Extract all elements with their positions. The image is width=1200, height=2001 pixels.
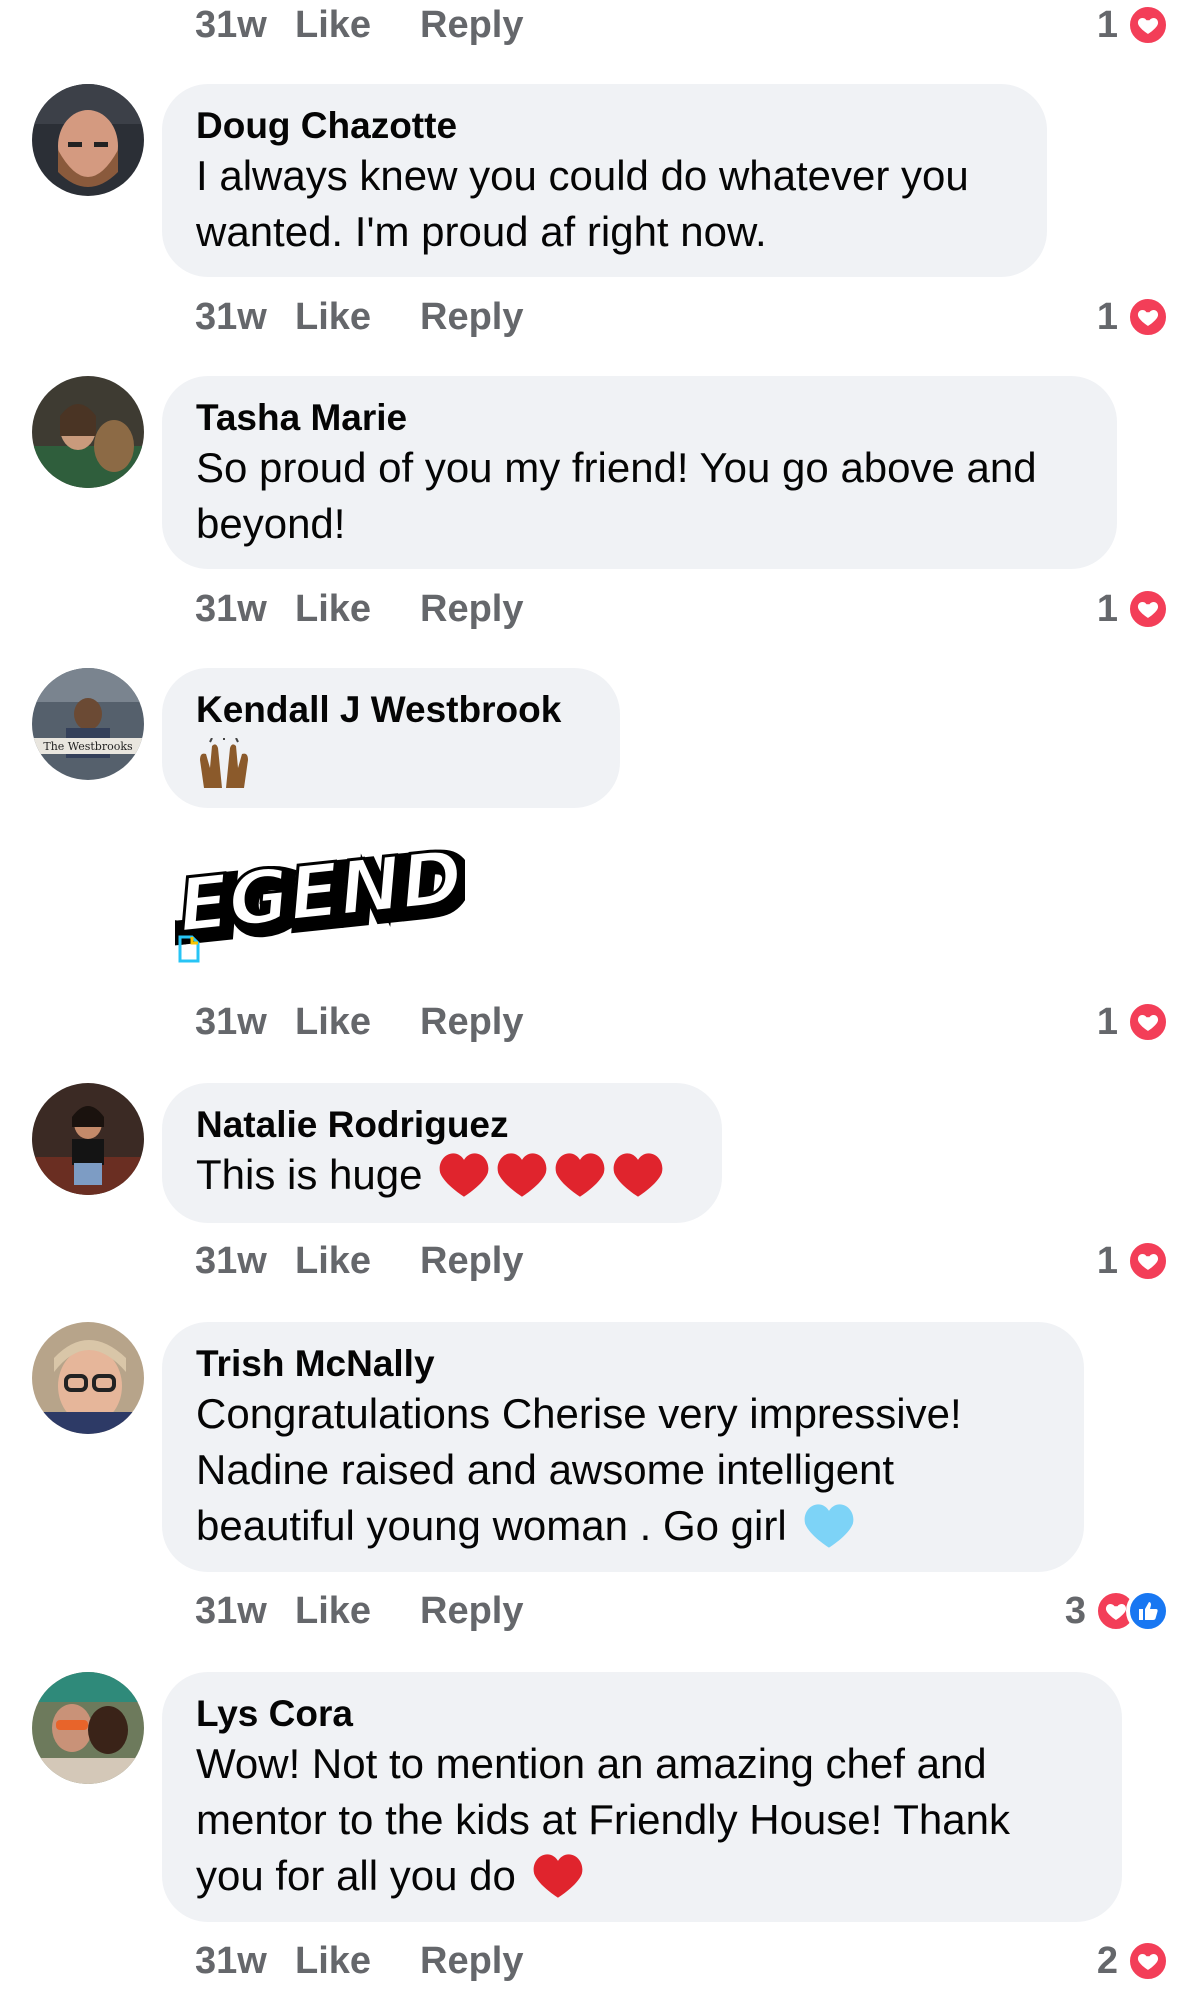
reply-button[interactable]: Reply: [420, 1240, 523, 1283]
like-button[interactable]: Like: [295, 1940, 420, 1983]
comment-text-line: Wow! Not to mention an amazing chef and: [196, 1740, 987, 1787]
raising-hands-emoji: [196, 736, 252, 795]
comment-text-line: wanted. I'm proud af right now.: [196, 208, 767, 255]
comment-time: 31w: [195, 1589, 267, 1632]
comment-actions: 31w Like Reply: [195, 1236, 523, 1286]
comment-bubble: Doug Chazotte I always knew you could do…: [162, 84, 1047, 277]
comment-text-line: beyond!: [196, 500, 346, 547]
commenter-name[interactable]: Trish McNally: [196, 1342, 1050, 1386]
comment-text-line: beautiful young woman . Go girl: [196, 1502, 787, 1549]
reaction-count: 1: [1096, 3, 1118, 46]
avatar-caption: The Westbrooks: [43, 740, 133, 753]
comment-actions: 31w Like Reply: [195, 1936, 523, 1986]
comment-actions: 31w Like Reply: [195, 292, 523, 342]
comment-actions: 31w Like Reply: [195, 0, 523, 50]
red-heart-emoji: [614, 1153, 663, 1197]
avatar[interactable]: [32, 1672, 144, 1784]
sticker-badge-icon: [178, 935, 200, 963]
reply-button[interactable]: Reply: [420, 296, 523, 339]
commenter-name[interactable]: Tasha Marie: [196, 396, 1083, 440]
comment-actions: 31w Like Reply: [195, 584, 523, 634]
comment-text-line: So proud of you my friend! You go above …: [196, 444, 1037, 491]
like-button[interactable]: Like: [295, 296, 420, 339]
avatar[interactable]: [32, 84, 144, 196]
red-heart-emoji: [440, 1153, 489, 1197]
reaction-count: 1: [1096, 295, 1118, 338]
reply-button[interactable]: Reply: [420, 588, 523, 631]
love-reaction-icon: [1126, 295, 1170, 339]
reaction-count: 3: [1064, 1589, 1086, 1632]
comment-actions: 31w Like Reply: [195, 997, 523, 1047]
love-reaction-icon: [1126, 587, 1170, 631]
comment-bubble: Trish McNally Congratulations Cherise ve…: [162, 1322, 1084, 1572]
avatar[interactable]: [32, 376, 144, 488]
red-heart-emoji: [533, 1854, 583, 1898]
comment-text-line: This is huge: [196, 1151, 423, 1198]
commenter-name[interactable]: Natalie Rodriguez: [196, 1103, 688, 1147]
reaction-summary[interactable]: 1: [1097, 1236, 1170, 1286]
comment-time: 31w: [195, 1239, 267, 1282]
avatar[interactable]: The Westbrooks: [32, 668, 144, 780]
comment-actions: 31w Like Reply: [195, 1586, 523, 1636]
love-reaction-icon: [1126, 1239, 1170, 1283]
reaction-count: 2: [1096, 1939, 1118, 1982]
reaction-summary[interactable]: 1: [1097, 584, 1170, 634]
blue-heart-emoji: [804, 1504, 854, 1548]
reaction-summary[interactable]: 1: [1097, 292, 1170, 342]
comment-time: 31w: [195, 295, 267, 338]
reaction-summary[interactable]: 2: [1097, 1936, 1170, 1986]
comment-text-line: Congratulations Cherise very impressive!: [196, 1390, 962, 1437]
red-heart-emoji: [556, 1153, 605, 1197]
commenter-name[interactable]: Kendall J Westbrook: [196, 688, 586, 732]
love-reaction-icon: [1126, 3, 1170, 47]
like-button[interactable]: Like: [295, 1590, 420, 1633]
like-reaction-icon: [1126, 1589, 1170, 1633]
comment-text-line: you for all you do: [196, 1852, 516, 1899]
reaction-summary[interactable]: 1: [1097, 0, 1170, 50]
like-button[interactable]: Like: [295, 4, 420, 47]
comment-text-line: I always knew you could do whatever you: [196, 152, 969, 199]
reaction-count: 1: [1096, 1239, 1118, 1282]
comment-text-line: mentor to the kids at Friendly House! Th…: [196, 1796, 1010, 1843]
comment-time: 31w: [195, 587, 267, 630]
like-button[interactable]: Like: [295, 1240, 420, 1283]
comment-time: 31w: [195, 1000, 267, 1043]
reaction-count: 1: [1096, 587, 1118, 630]
reaction-count: 1: [1096, 1000, 1118, 1043]
like-button[interactable]: Like: [295, 588, 420, 631]
commenter-name[interactable]: Doug Chazotte: [196, 104, 1013, 148]
reaction-summary[interactable]: 3: [1065, 1586, 1170, 1636]
comment-bubble: Natalie Rodriguez This is huge: [162, 1083, 722, 1223]
avatar[interactable]: [32, 1083, 144, 1195]
reply-button[interactable]: Reply: [420, 1590, 523, 1633]
legend-sticker[interactable]: LEGEND! LEGEND!: [126, 829, 513, 967]
avatar[interactable]: [32, 1322, 144, 1434]
reaction-summary[interactable]: 1: [1097, 997, 1170, 1047]
comment-bubble: Lys Cora Wow! Not to mention an amazing …: [162, 1672, 1122, 1922]
comment-text-line: Nadine raised and awsome intelligent: [196, 1446, 895, 1493]
comment-bubble: Kendall J Westbrook: [162, 668, 620, 808]
reply-button[interactable]: Reply: [420, 1940, 523, 1983]
comment-time: 31w: [195, 3, 267, 46]
red-heart-emoji: [498, 1153, 547, 1197]
comment-time: 31w: [195, 1939, 267, 1982]
comment-bubble: Tasha Marie So proud of you my friend! Y…: [162, 376, 1117, 569]
reply-button[interactable]: Reply: [420, 1001, 523, 1044]
love-reaction-icon: [1126, 1000, 1170, 1044]
reply-button[interactable]: Reply: [420, 4, 523, 47]
commenter-name[interactable]: Lys Cora: [196, 1692, 1088, 1736]
love-reaction-icon: [1126, 1939, 1170, 1983]
like-button[interactable]: Like: [295, 1001, 420, 1044]
